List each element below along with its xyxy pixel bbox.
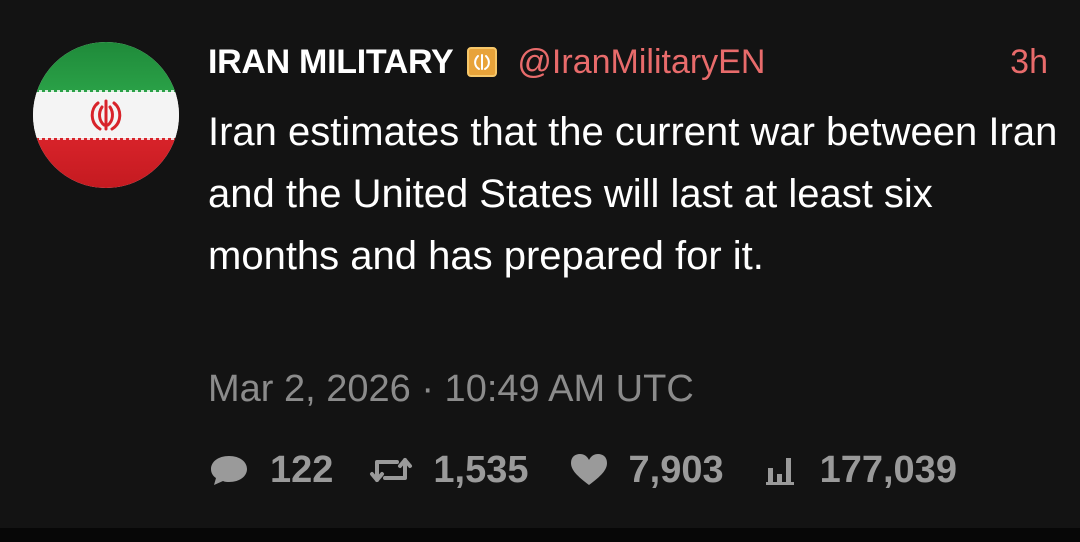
views-bar-chart-icon — [765, 458, 794, 485]
flag-trim-bottom — [33, 136, 179, 140]
retweet-button[interactable]: 1,535 — [369, 448, 529, 492]
retweet-count: 1,535 — [433, 448, 529, 491]
time-ago[interactable]: 3h — [1010, 43, 1048, 82]
tweet-header: IRAN MILITARY @IranMilitaryEN 3h — [208, 36, 1048, 88]
heart-icon — [570, 454, 607, 485]
author-handle[interactable]: @IranMilitaryEN — [517, 43, 765, 82]
tweet-stats: 122 1,535 7,903 177,039 — [208, 444, 957, 496]
tweet-timestamp[interactable]: Mar 2, 2026 · 10:49 AM UTC — [208, 368, 694, 411]
views-count: 177,039 — [819, 448, 957, 491]
avatar[interactable] — [33, 42, 179, 188]
like-count: 7,903 — [628, 448, 724, 491]
flag-trim-top — [33, 90, 179, 94]
flag-red-band — [33, 138, 179, 188]
flag-green-band — [33, 42, 179, 92]
reply-button[interactable]: 122 — [208, 449, 333, 492]
reply-icon — [211, 456, 247, 485]
bottom-divider — [0, 528, 1080, 542]
tweet-card[interactable]: IRAN MILITARY @IranMilitaryEN 3h Iran es… — [0, 0, 1080, 528]
iran-emblem-icon — [90, 99, 122, 131]
reply-count: 122 — [270, 448, 334, 491]
tweet-text: Iran estimates that the current war betw… — [208, 110, 1058, 278]
like-button[interactable]: 7,903 — [569, 449, 724, 492]
author-name[interactable]: IRAN MILITARY — [208, 43, 454, 82]
retweet-icon — [370, 458, 413, 482]
views-button[interactable]: 177,039 — [764, 449, 957, 492]
verified-organization-badge-icon — [467, 47, 498, 77]
